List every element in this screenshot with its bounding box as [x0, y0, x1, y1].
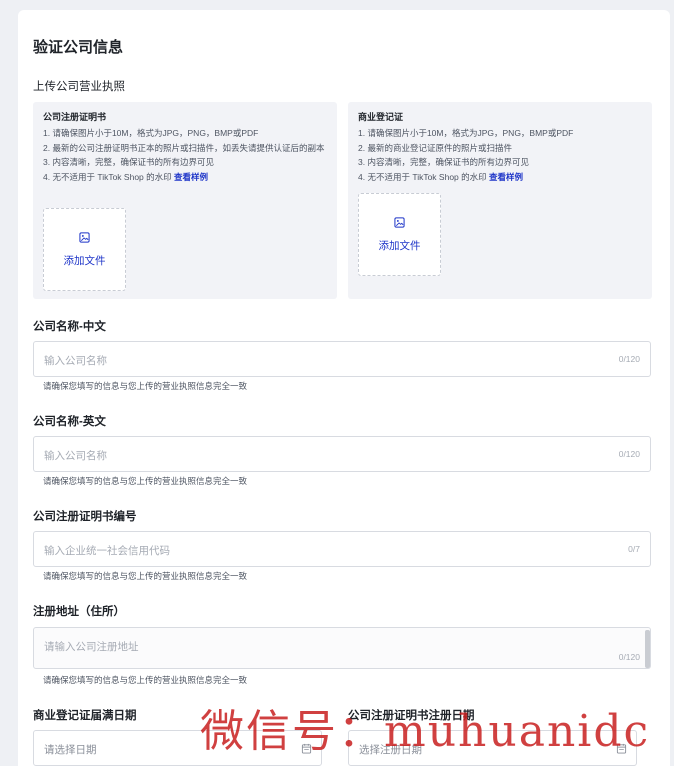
char-counter: 0/120 [618, 652, 640, 662]
input-placeholder: 输入企业统一社会信用代码 [44, 545, 170, 557]
company-name-cn-label: 公司名称-中文 [33, 321, 106, 333]
textarea-scrollbar[interactable] [645, 630, 650, 668]
registered-address-textarea[interactable]: 请输入公司注册地址 0/120 [33, 627, 651, 669]
field-hint: 请确保您填写的信息与您上传的营业执照信息完全一致 [43, 571, 248, 581]
view-sample-link[interactable]: 查看样例 [174, 172, 208, 182]
requirement-item: 1. 请确保图片小于10M，格式为JPG，PNG，BMP或PDF [43, 128, 259, 138]
input-placeholder: 输入公司名称 [44, 450, 107, 462]
upload-card-certificate-of-incorporation: 公司注册证明书 1. 请确保图片小于10M，格式为JPG，PNG，BMP或PDF… [33, 102, 337, 299]
br-expiry-date-label: 商业登记证届满日期 [33, 710, 137, 722]
add-file-dropzone[interactable]: 添加文件 [358, 193, 441, 276]
upload-card-title: 商业登记证 [358, 112, 404, 122]
view-sample-link[interactable]: 查看样例 [489, 172, 523, 182]
calendar-icon [301, 743, 312, 754]
add-file-label: 添加文件 [63, 254, 106, 267]
input-placeholder: 输入公司名称 [44, 355, 107, 367]
date-placeholder: 选择注册日期 [359, 744, 422, 756]
add-file-label: 添加文件 [378, 239, 421, 252]
company-name-en-label: 公司名称-英文 [33, 416, 106, 428]
requirement-item: 2. 最新的公司注册证明书正本的照片或扫描件，如丢失请提供认证后的副本 [43, 142, 325, 153]
ci-registration-date-picker[interactable]: 选择注册日期 [348, 730, 637, 766]
registration-number-label: 公司注册证明书编号 [33, 511, 137, 523]
requirement-item: 4. 无不适用于 TikTok Shop 的水印 查看样例 [358, 171, 524, 182]
requirement-item: 3. 内容清晰，完整，确保证书的所有边界可见 [43, 157, 214, 167]
page-title: 验证公司信息 [33, 39, 124, 56]
upload-card-business-registration: 商业登记证 1. 请确保图片小于10M，格式为JPG，PNG，BMP或PDF 2… [348, 102, 652, 299]
upload-card-title: 公司注册证明书 [43, 112, 107, 122]
char-counter: 0/7 [628, 544, 640, 554]
company-name-en-input[interactable]: 输入公司名称 0/120 [33, 436, 651, 472]
company-name-cn-input[interactable]: 输入公司名称 0/120 [33, 341, 651, 377]
char-counter: 0/120 [618, 354, 640, 364]
add-file-dropzone[interactable]: 添加文件 [43, 208, 126, 291]
input-placeholder: 请输入公司注册地址 [44, 641, 139, 653]
image-icon [394, 216, 405, 228]
image-icon [79, 231, 90, 243]
requirement-item: 1. 请确保图片小于10M，格式为JPG，PNG，BMP或PDF [358, 128, 574, 138]
requirement-item: 4. 无不适用于 TikTok Shop 的水印 查看样例 [43, 171, 209, 182]
br-expiry-date-picker[interactable]: 请选择日期 [33, 730, 322, 766]
field-hint: 请确保您填写的信息与您上传的营业执照信息完全一致 [43, 381, 248, 391]
registration-number-input[interactable]: 输入企业统一社会信用代码 0/7 [33, 531, 651, 567]
field-hint: 请确保您填写的信息与您上传的营业执照信息完全一致 [43, 476, 248, 486]
upload-section-title: 上传公司营业执照 [33, 81, 125, 93]
requirement-item: 3. 内容清晰，完整，确保证书的所有边界可见 [358, 157, 529, 167]
verification-card: 验证公司信息 上传公司营业执照 公司注册证明书 1. 请确保图片小于10M，格式… [18, 10, 670, 766]
field-hint: 请确保您填写的信息与您上传的营业执照信息完全一致 [43, 675, 248, 685]
date-placeholder: 请选择日期 [44, 744, 97, 756]
calendar-icon [616, 743, 627, 754]
registered-address-label: 注册地址（住所） [33, 606, 125, 618]
char-counter: 0/120 [618, 449, 640, 459]
ci-registration-date-label: 公司注册证明书注册日期 [348, 710, 475, 722]
requirement-item: 2. 最新的商业登记证原件的照片或扫描件 [358, 142, 512, 153]
